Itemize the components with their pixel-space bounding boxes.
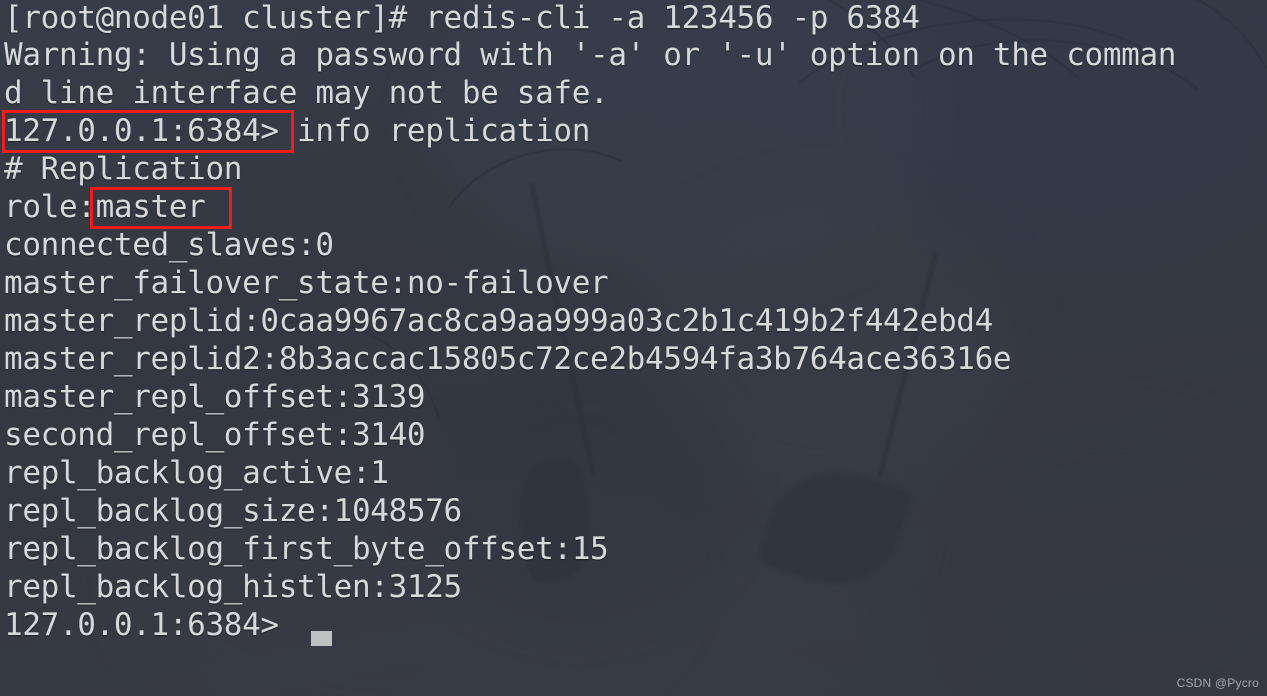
terminal-line: 127.0.0.1:6384> info replication	[4, 113, 591, 149]
scrollbar-track[interactable]	[1253, 0, 1267, 696]
terminal-line: repl_backlog_active:1	[4, 455, 389, 491]
terminal-line: connected_slaves:0	[4, 227, 334, 263]
terminal-line: [root@node01 cluster]# redis-cli -a 1234…	[4, 0, 920, 36]
terminal-line: master_repl_offset:3139	[4, 379, 426, 415]
terminal-line: Warning: Using a password with '-a' or '…	[4, 37, 1177, 73]
terminal-line: d line interface may not be safe.	[4, 75, 609, 111]
terminal-line: master_replid:0caa9967ac8ca9aa999a03c2b1…	[4, 303, 993, 339]
terminal-output[interactable]: [root@node01 cluster]# redis-cli -a 1234…	[0, 0, 1267, 696]
terminal-line: repl_backlog_first_byte_offset:15	[4, 531, 609, 567]
watermark: CSDN @Pycro	[1176, 676, 1259, 690]
terminal-line: second_repl_offset:3140	[4, 417, 426, 453]
terminal-line: # Replication	[4, 151, 243, 187]
terminal-line: master_failover_state:no-failover	[4, 265, 609, 301]
terminal-line: 127.0.0.1:6384>	[4, 607, 279, 643]
terminal-line: repl_backlog_histlen:3125	[4, 569, 462, 605]
terminal-line: repl_backlog_size:1048576	[4, 493, 462, 529]
terminal-cursor	[311, 631, 332, 646]
terminal-window: [root@node01 cluster]# redis-cli -a 1234…	[0, 0, 1267, 696]
terminal-line: role:master	[4, 189, 206, 225]
terminal-line: master_replid2:8b3accac15805c72ce2b4594f…	[4, 341, 1012, 377]
